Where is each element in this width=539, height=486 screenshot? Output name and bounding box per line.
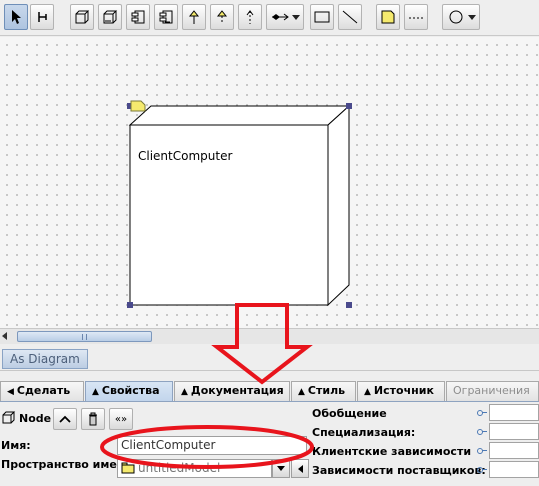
navigate-arrows-icon: «»: [114, 413, 128, 425]
package-icon: [121, 462, 135, 474]
arrow-up-icon: ▲: [298, 387, 305, 397]
chevron-up-icon: [59, 415, 71, 423]
grip-icon: [82, 334, 87, 340]
view-tabs: As Diagram: [0, 345, 539, 371]
chevron-down-icon: [468, 15, 476, 20]
text-tool-button[interactable]: [404, 4, 428, 30]
arrow-left-icon: [298, 464, 303, 473]
association-icon: [272, 13, 289, 21]
generalization-arrow-icon: [188, 10, 200, 24]
note-icon: [381, 10, 395, 24]
node-icon: [2, 411, 16, 424]
tab-as-diagram[interactable]: As Diagram: [2, 349, 88, 369]
generalization-label: Обобщение: [312, 407, 387, 420]
chevron-down-icon: [292, 15, 300, 20]
node-instance-icon: [103, 10, 118, 24]
selection-handle[interactable]: [346, 103, 352, 109]
dotted-line-icon: [409, 17, 423, 19]
namespace-dropdown-button[interactable]: [272, 459, 290, 478]
supplier-dependencies-label: Зависимости поставщиков:: [312, 464, 486, 477]
property-tabs: ◀ Сделать ▲ Свойства ▲ Документация ▲ Стиль …: [0, 380, 539, 402]
pin-icon[interactable]: [477, 429, 487, 435]
properties-panel: Node «» Имя: ClientComputer Пространство…: [0, 403, 539, 486]
trash-icon: [89, 412, 97, 426]
tab-source[interactable]: ▲ Источник: [357, 381, 445, 401]
arrow-up-icon: ▲: [364, 387, 371, 397]
new-node-instance-button[interactable]: [98, 4, 122, 30]
specialization-label: Специализация:: [312, 426, 416, 439]
supplier-dependencies-list[interactable]: [489, 461, 539, 478]
arrow-up-icon: ▲: [92, 387, 99, 397]
new-dependency-button[interactable]: [238, 4, 262, 30]
client-dependencies-list[interactable]: [489, 442, 539, 459]
select-tool-button[interactable]: [4, 4, 28, 30]
generalization-list[interactable]: [489, 404, 539, 421]
line-icon: [342, 10, 358, 24]
node-name-label: ClientComputer: [138, 149, 233, 163]
selection-handle[interactable]: [346, 302, 352, 308]
tab-constraints[interactable]: Ограничения: [446, 381, 539, 401]
tab-todo[interactable]: ◀ Сделать: [0, 381, 84, 401]
broom-tool-button[interactable]: [30, 4, 54, 30]
namespace-navigate-button[interactable]: [291, 459, 309, 478]
new-realization-button[interactable]: [210, 4, 234, 30]
add-note-icon[interactable]: [130, 100, 146, 112]
cursor-arrow-icon: [12, 10, 21, 24]
node-icon: [75, 10, 90, 24]
diagram-toolbar: [0, 0, 539, 36]
component-icon: [131, 10, 145, 24]
element-type-label: Node: [19, 411, 52, 425]
app-window: { "diagram": { "node_name": "ClientCompu…: [0, 0, 539, 486]
scroll-left-icon[interactable]: [2, 332, 7, 340]
client-computer-node[interactable]: [125, 96, 360, 316]
element-type-header: Node: [2, 411, 51, 425]
new-association-button[interactable]: [266, 4, 304, 30]
shape-tool-button[interactable]: [442, 4, 480, 30]
note-tool-button[interactable]: [376, 4, 400, 30]
pin-icon[interactable]: [477, 448, 487, 454]
new-component-button[interactable]: [126, 4, 150, 30]
name-field[interactable]: ClientComputer: [117, 436, 307, 455]
arrow-up-icon: ▲: [181, 387, 188, 397]
component-instance-icon: [159, 10, 173, 24]
tab-properties[interactable]: ▲ Свойства: [85, 381, 173, 401]
rectangle-icon: [314, 11, 330, 23]
diagram-canvas[interactable]: ClientComputer: [0, 37, 539, 328]
pin-icon[interactable]: [477, 410, 487, 416]
delete-button[interactable]: [81, 408, 105, 430]
new-node-button[interactable]: [70, 4, 94, 30]
circle-icon: [449, 10, 463, 24]
navigate-button[interactable]: «»: [109, 408, 133, 430]
tab-style[interactable]: ▲ Стиль: [291, 381, 356, 401]
client-dependencies-label: Клиентские зависимости: [312, 445, 472, 458]
arrow-left-icon: ◀: [7, 387, 14, 397]
horizontal-scrollbar[interactable]: [0, 328, 539, 344]
new-generalization-button[interactable]: [182, 4, 206, 30]
go-up-button[interactable]: [53, 408, 77, 430]
name-label: Имя:: [1, 439, 31, 452]
tab-documentation[interactable]: ▲ Документация: [174, 381, 290, 401]
rectangle-tool-button[interactable]: [310, 4, 334, 30]
chevron-down-icon: [277, 466, 285, 471]
realization-arrow-icon: [216, 10, 228, 24]
broom-icon: [38, 12, 47, 22]
new-component-instance-button[interactable]: [154, 4, 178, 30]
namespace-combo[interactable]: untitledModel: [117, 459, 272, 478]
scrollbar-thumb[interactable]: [17, 331, 152, 342]
namespace-label: Пространство имен:: [1, 458, 129, 471]
line-tool-button[interactable]: [338, 4, 362, 30]
specialization-list[interactable]: [489, 423, 539, 440]
dependency-arrow-icon: [246, 10, 254, 24]
pin-icon[interactable]: [477, 467, 487, 473]
selection-handle[interactable]: [127, 302, 133, 308]
